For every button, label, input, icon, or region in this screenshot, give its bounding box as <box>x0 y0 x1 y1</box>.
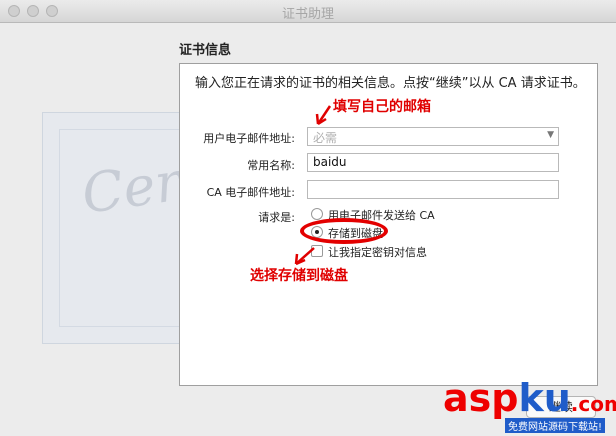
option-keypair-label[interactable]: 让我指定密钥对信息 <box>328 244 427 260</box>
keypair-checkbox[interactable] <box>311 245 323 257</box>
radio-email-ca[interactable] <box>311 208 323 220</box>
annotation-choose-disk: 选择存储到磁盘 <box>250 268 348 284</box>
chevron-down-icon[interactable]: ▼ <box>547 130 554 140</box>
title-bar: 证书助理 <box>0 0 616 23</box>
email-label: 用户电子邮件地址: <box>203 132 295 145</box>
ca-email-field[interactable] <box>307 180 559 199</box>
highlight-ellipse <box>300 218 388 244</box>
request-label: 请求是: <box>258 211 295 224</box>
annotation-fill-email: 填写自己的邮箱 <box>333 99 431 115</box>
common-name-label: 常用名称: <box>247 159 295 172</box>
email-field[interactable]: 必需 ▼ <box>307 127 559 146</box>
intro-text: 输入您正在请求的证书的相关信息。点按“继续”以从 CA 请求证书。 <box>195 76 586 91</box>
common-name-field[interactable]: baidu <box>307 153 559 172</box>
window-title: 证书助理 <box>281 7 334 22</box>
certificate-assistant-window: 证书助理 Certificate 证书信息 输入您正在请求的证书的相关信息。点按… <box>0 0 616 436</box>
ca-email-label: CA 电子邮件地址: <box>206 186 295 199</box>
section-title: 证书信息 <box>179 43 232 58</box>
email-placeholder: 必需 <box>313 131 338 145</box>
watermark-subtitle: 免费网站源码下载站! <box>505 418 606 433</box>
